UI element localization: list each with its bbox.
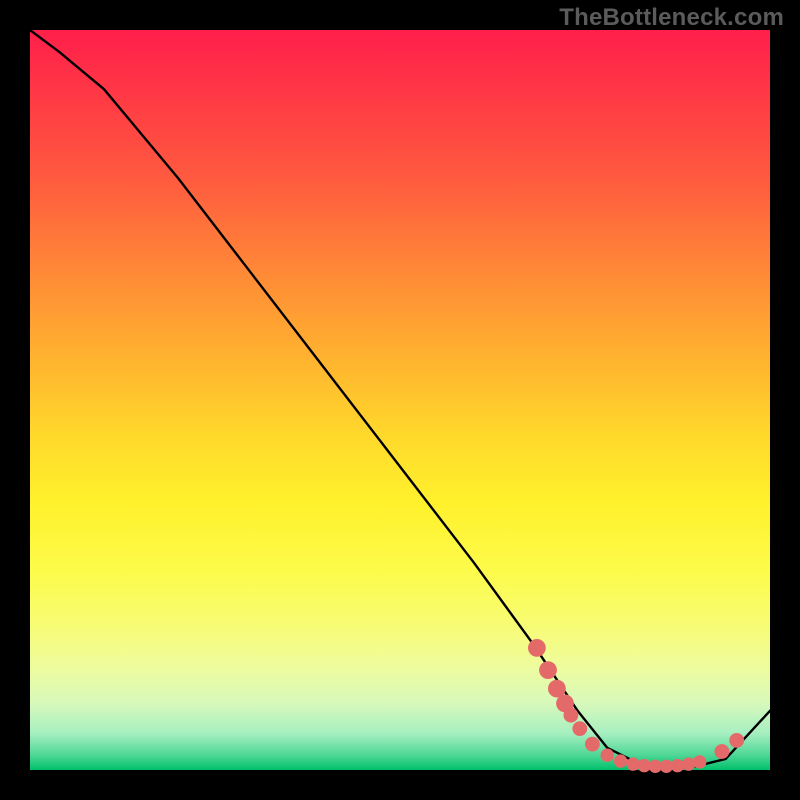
marker-dot — [614, 754, 627, 767]
chart-svg — [30, 30, 770, 770]
marker-dot — [682, 757, 695, 770]
marker-dot — [564, 708, 579, 723]
marker-dot — [729, 733, 744, 748]
marker-dot — [601, 749, 614, 762]
curve-markers — [528, 639, 744, 773]
watermark-text: TheBottleneck.com — [559, 4, 784, 32]
marker-dot — [539, 661, 557, 679]
marker-dot — [715, 744, 730, 759]
marker-dot — [693, 755, 706, 768]
marker-dot — [585, 737, 600, 752]
plot-area — [30, 30, 770, 770]
chart-frame: TheBottleneck.com — [0, 0, 800, 800]
marker-dot — [528, 639, 546, 657]
marker-dot — [572, 721, 587, 736]
curve-line — [30, 30, 770, 766]
